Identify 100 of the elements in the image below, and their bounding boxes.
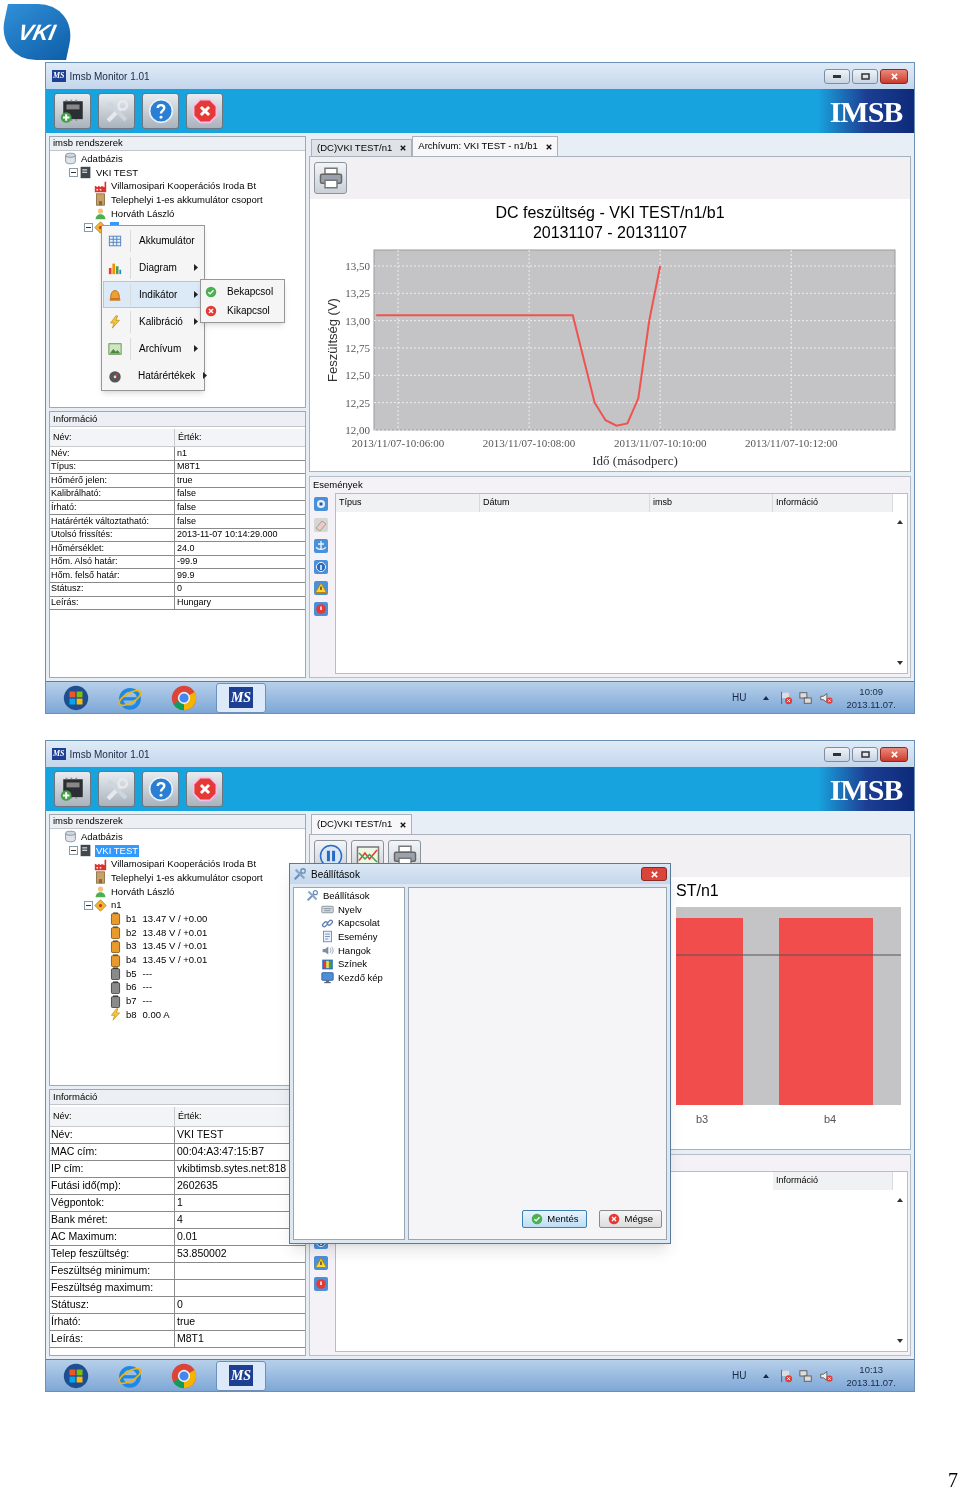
table-cell-text: 0 xyxy=(176,1297,184,1313)
panel-header: imsb rendszerek xyxy=(50,815,305,829)
table-cell: Végpontok: xyxy=(50,1195,175,1211)
table-cell: Írható: xyxy=(50,501,175,514)
tick-label: 13,00 xyxy=(345,314,370,327)
axis-label: Feszültség (V) xyxy=(325,298,340,382)
menu-item[interactable]: Archívum xyxy=(103,335,203,362)
table-cell: Hőmérő jelen: xyxy=(50,474,175,487)
axis-label: b4 xyxy=(824,1113,837,1125)
taskbar-app[interactable]: MS xyxy=(216,1360,266,1391)
column-header[interactable]: Dátum xyxy=(480,494,650,512)
column-header[interactable]: Információ xyxy=(773,494,893,512)
tree-item[interactable]: Esemény xyxy=(337,930,379,943)
column-header: Név: xyxy=(50,429,175,446)
table-cell-text: false xyxy=(176,501,197,514)
tree-item[interactable]: b1 xyxy=(125,912,138,925)
table-cell: Leírás: xyxy=(50,596,175,610)
chart-title: DC feszültség - VKI TEST/n1/b1 xyxy=(495,204,725,221)
tree-item[interactable]: Telephelyi 1-es akkumulátor csoport xyxy=(110,871,264,884)
tree-item[interactable]: Villamosipari Kooperációs Iroda Bt xyxy=(110,180,258,193)
tick-label: 2013/11/07-10:10:00 xyxy=(613,437,707,449)
table-cell: Határérték változtatható: xyxy=(50,514,175,528)
tree-item[interactable]: b6 xyxy=(125,981,138,994)
table-cell-text: 4 xyxy=(176,1212,184,1228)
table-cell-text: Hungary xyxy=(176,596,213,610)
window-title: Imsb Monitor 1.01 xyxy=(69,747,151,762)
table-cell: Hőm. Alsó határ: xyxy=(50,555,175,569)
table-cell-text: 99.9 xyxy=(176,569,196,582)
tree-item[interactable]: Villamosipari Kooperációs Iroda Bt xyxy=(110,858,258,871)
menu-item[interactable]: Indikátor xyxy=(103,281,203,308)
table-cell-text: -99.9 xyxy=(176,555,199,569)
tree-item[interactable]: Adatbázis xyxy=(80,152,124,165)
menu-item[interactable]: Határértékek xyxy=(103,362,203,389)
tree-item[interactable]: b3 xyxy=(125,940,138,953)
tree-item[interactable]: Horváth László xyxy=(110,207,176,220)
tick-label: 12,25 xyxy=(345,396,370,409)
table-cell: Feszültség maximum: xyxy=(50,1280,175,1296)
table-cell: Név: xyxy=(50,447,175,460)
tree-item[interactable]: Telephelyi 1-es akkumulátor csoport xyxy=(110,193,264,206)
column-header[interactable]: imsb xyxy=(650,494,773,512)
tick-label: 13,50 xyxy=(345,259,370,272)
tree-item[interactable]: Beállítások xyxy=(322,889,371,902)
menu-item[interactable]: Bekapcsol xyxy=(201,282,284,301)
table-cell: Státusz: xyxy=(50,582,175,596)
save-button[interactable]: Mentés xyxy=(522,1210,588,1228)
tree-item[interactable]: b4 xyxy=(125,954,138,967)
reading-text: 13.45 V / +0.01 xyxy=(142,954,208,967)
table-cell-text: 1 xyxy=(176,1195,184,1211)
tree-item[interactable]: Adatbázis xyxy=(80,830,124,843)
tree-item[interactable]: Horváth László xyxy=(110,885,176,898)
tree-item[interactable]: n1 xyxy=(110,899,123,912)
window-title: Imsb Monitor 1.01 xyxy=(69,69,151,84)
tree-item[interactable]: b8 xyxy=(125,1008,138,1021)
reading-text: --- xyxy=(142,981,153,994)
column-header[interactable]: Típus xyxy=(336,494,480,512)
cancel-button[interactable]: Mégse xyxy=(599,1210,662,1228)
tree-item[interactable]: Kapcsolat xyxy=(337,917,381,930)
table-cell: Feszültség minimum: xyxy=(50,1263,175,1279)
language-indicator[interactable]: HU xyxy=(732,690,747,705)
tree-item[interactable]: Kezdő kép xyxy=(337,971,384,984)
table-cell: Telep feszültség: xyxy=(50,1246,175,1262)
tick-label: 12,00 xyxy=(345,424,370,436)
table-cell-text: n1 xyxy=(176,447,188,460)
table-cell: Futási idő(mp): xyxy=(50,1178,175,1194)
clock-date: 2013.11.07. xyxy=(846,697,896,711)
tab[interactable]: (DC)VKI TEST/n1 xyxy=(311,139,413,156)
tree-item[interactable]: b2 xyxy=(125,926,138,939)
menu-item[interactable]: Kikapcsol xyxy=(201,301,284,320)
tree-item[interactable]: VKI TEST xyxy=(95,166,140,179)
column-header[interactable]: Információ xyxy=(773,1172,893,1190)
table-cell-text: false xyxy=(176,514,197,528)
column-header: Név: xyxy=(50,1107,175,1126)
table-cell: Hőmérséklet: xyxy=(50,542,175,555)
tree-item[interactable]: Hangok xyxy=(337,944,372,957)
reading-text: --- xyxy=(142,967,153,980)
language-indicator[interactable]: HU xyxy=(732,1368,747,1383)
clock-date: 2013.11.07. xyxy=(846,1375,896,1389)
table-cell-text: 00:04:A3:47:15:B7 xyxy=(176,1144,265,1160)
table-cell: Hőm. felső határ: xyxy=(50,569,175,582)
table-cell-text: VKI TEST xyxy=(176,1127,225,1143)
table-cell: AC Maximum: xyxy=(50,1229,175,1245)
tree-item[interactable]: b5 xyxy=(125,967,138,980)
menu-item[interactable]: Kalibráció xyxy=(103,308,203,335)
table-cell: Típus: xyxy=(50,460,175,474)
tab[interactable]: Archívum: VKI TEST - n1/b1 xyxy=(412,136,558,156)
menu-item[interactable]: Akkumulátor xyxy=(103,227,203,254)
axis-label: Idő (másodperc) xyxy=(592,453,678,468)
menu-item[interactable]: Diagram xyxy=(103,254,203,281)
clock-time: 10:09 xyxy=(859,684,884,698)
table-cell-text: 0.01 xyxy=(176,1229,199,1245)
table-cell-text: M8T1 xyxy=(176,1331,205,1347)
tick-label: 2013/11/07-10:12:00 xyxy=(745,437,838,449)
chart-title: ST/n1 xyxy=(676,882,719,899)
tree-item[interactable]: Nyelv xyxy=(337,903,363,916)
panel-header: imsb rendszerek xyxy=(50,137,305,151)
taskbar-app[interactable]: MS xyxy=(216,682,266,713)
tab[interactable]: (DC)VKI TEST/n1 xyxy=(311,814,413,834)
tree-item[interactable]: Színek xyxy=(337,958,369,971)
panel-header: Információ xyxy=(50,412,305,427)
tree-item[interactable]: b7 xyxy=(125,995,138,1008)
